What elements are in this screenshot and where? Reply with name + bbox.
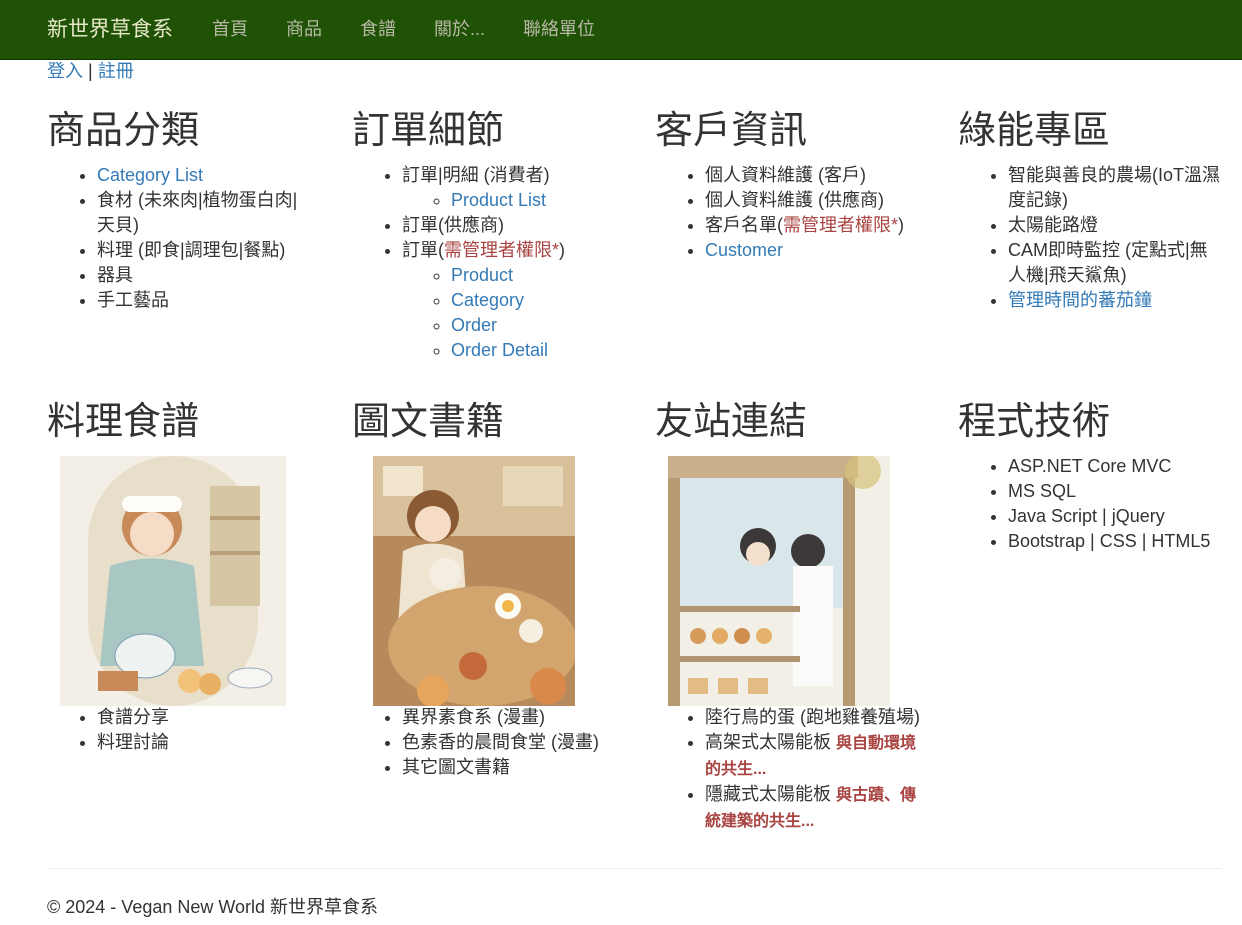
section-links: 友站連結 — [655, 399, 935, 443]
list-item: 太陽能路燈 — [1008, 213, 1223, 238]
list-item: 料理討論 — [97, 730, 327, 755]
sub-list-item: Product — [451, 263, 632, 288]
list-item: Bootstrap | CSS | HTML5 — [1008, 529, 1238, 554]
books-list: 異界素食系 (漫畫) 色素香的晨間食堂 (漫畫) 其它圖文書籍 — [352, 705, 632, 780]
section-customers: 客戶資訊 個人資料維護 (客戶) 個人資料維護 (供應商) 客戶名單(需管理者權… — [655, 108, 935, 263]
list-item: Category List — [97, 163, 312, 188]
category-list-link[interactable]: Category List — [97, 165, 203, 185]
recipes-list: 食譜分享 料理討論 — [47, 705, 327, 755]
copyright-text: © 2024 - Vegan New World 新世界草食系 — [47, 897, 379, 917]
list-item-label: 高架式太陽能板 — [705, 732, 837, 752]
list-item-label: 訂單( — [402, 240, 444, 260]
product-link[interactable]: Product — [451, 265, 513, 285]
list-item-label: ) — [898, 215, 905, 235]
section-tech: 程式技術 ASP.NET Core MVC MS SQL Java Script… — [958, 399, 1238, 554]
section-categories: 商品分類 Category List 食材 (未來肉|植物蛋白肉|天貝) 料理 … — [47, 108, 327, 313]
list-item: 異界素食系 (漫畫) — [402, 705, 632, 730]
list-item: 陸行鳥的蛋 (跑地雞養殖場) — [705, 705, 920, 730]
admin-required-note: 需管理者權限* — [783, 215, 899, 235]
register-link[interactable]: 註冊 — [98, 61, 134, 81]
list-item: 色素香的晨間食堂 (漫畫) — [402, 730, 632, 755]
order-detail-link[interactable]: Order Detail — [451, 340, 548, 360]
admin-required-note: 需管理者權限* — [444, 240, 560, 260]
list-item-label: 隱藏式太陽能板 — [705, 784, 837, 804]
navbar: 新世界草食系 首頁 商品 食譜 關於... 聯絡單位 — [0, 0, 1242, 60]
category-link[interactable]: Category — [451, 290, 524, 310]
nav-home[interactable]: 首頁 — [212, 17, 248, 42]
list-item: 客戶名單(需管理者權限*) — [705, 213, 935, 238]
list-item-label: 客戶名單( — [705, 215, 783, 235]
section-title: 程式技術 — [958, 399, 1111, 443]
list-item: MS SQL — [1008, 479, 1238, 504]
sub-list-item: Order Detail — [451, 338, 632, 363]
list-item: 個人資料維護 (客戶) — [705, 163, 935, 188]
list-item: 其它圖文書籍 — [402, 755, 632, 780]
login-link[interactable]: 登入 — [47, 61, 83, 81]
list-item: 手工藝品 — [97, 288, 312, 313]
book-illustration[interactable] — [373, 456, 575, 706]
auth-links: 登入 | 註冊 — [47, 59, 134, 84]
customer-link[interactable]: Customer — [705, 240, 783, 260]
auth-separator: | — [88, 61, 93, 81]
list-item: 訂單|明細 (消費者) Product List — [402, 163, 632, 213]
list-item: 食譜分享 — [97, 705, 327, 730]
nav-about[interactable]: 關於... — [434, 17, 485, 42]
section-title: 友站連結 — [655, 399, 808, 443]
nav-recipes[interactable]: 食譜 — [360, 17, 396, 42]
list-item: 智能與善良的農場(IoT溫濕度記錄) — [1008, 163, 1223, 213]
nav-contact[interactable]: 聯絡單位 — [523, 17, 595, 42]
list-item-label: 訂單|明細 (消費者) — [402, 165, 550, 185]
list-item: ASP.NET Core MVC — [1008, 454, 1238, 479]
brand-link[interactable]: 新世界草食系 — [47, 17, 173, 43]
sub-list-item: Order — [451, 313, 632, 338]
list-item: 高架式太陽能板 與自動環境的共生... — [705, 730, 920, 782]
list-item: 個人資料維護 (供應商) — [705, 188, 935, 213]
footer: © 2024 - Vegan New World 新世界草食系 — [47, 868, 1222, 917]
links-list: 陸行鳥的蛋 (跑地雞養殖場) 高架式太陽能板 與自動環境的共生... 隱藏式太陽… — [655, 705, 925, 834]
list-item: 隱藏式太陽能板 與古蹟、傳統建築的共生... — [705, 782, 920, 834]
partner-illustration[interactable] — [668, 456, 890, 706]
section-title: 客戶資訊 — [655, 108, 808, 152]
recipe-illustration[interactable] — [60, 456, 286, 706]
list-item: Java Script | jQuery — [1008, 504, 1238, 529]
section-recipes: 料理食譜 — [47, 399, 327, 443]
section-title: 綠能專區 — [958, 108, 1111, 152]
section-title: 訂單細節 — [352, 108, 505, 152]
sub-list-item: Product List — [451, 188, 632, 213]
section-orders: 訂單細節 訂單|明細 (消費者) Product List 訂單(供應商) 訂單… — [352, 108, 632, 363]
list-item: 管理時間的蕃茄鐘 — [1008, 288, 1223, 313]
list-item-label: ) — [559, 240, 566, 260]
list-item: CAM即時監控 (定點式|無人機|飛天鯊魚) — [1008, 238, 1223, 288]
pomodoro-link[interactable]: 管理時間的蕃茄鐘 — [1008, 290, 1152, 310]
list-item: Customer — [705, 238, 935, 263]
section-title: 商品分類 — [47, 108, 200, 152]
section-title: 圖文書籍 — [352, 399, 505, 443]
nav-products[interactable]: 商品 — [286, 17, 322, 42]
list-item: 訂單(供應商) — [402, 213, 632, 238]
section-green-energy: 綠能專區 智能與善良的農場(IoT溫濕度記錄) 太陽能路燈 CAM即時監控 (定… — [958, 108, 1238, 313]
list-item: 訂單(需管理者權限*) Product Category Order Order… — [402, 238, 632, 363]
product-list-link[interactable]: Product List — [451, 190, 546, 210]
section-books: 圖文書籍 — [352, 399, 632, 443]
list-item: 器具 — [97, 263, 312, 288]
list-item: 食材 (未來肉|植物蛋白肉|天貝) — [97, 188, 312, 238]
order-link[interactable]: Order — [451, 315, 497, 335]
list-item: 料理 (即食|調理包|餐點) — [97, 238, 312, 263]
section-title: 料理食譜 — [47, 399, 200, 443]
sub-list-item: Category — [451, 288, 632, 313]
